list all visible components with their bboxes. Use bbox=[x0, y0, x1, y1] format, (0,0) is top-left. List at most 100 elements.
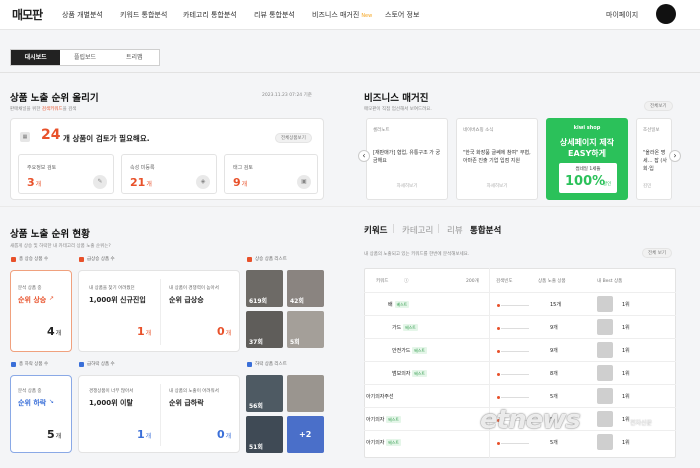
column-header: 키워드 bbox=[376, 279, 389, 284]
view-all-products-button[interactable]: 전체상품보기 bbox=[275, 133, 312, 143]
nav-item-magazine[interactable]: 비즈니스 매거진 New bbox=[312, 10, 372, 20]
best-product-image[interactable] bbox=[597, 296, 613, 312]
ranking-subtitle: 판매채널을 위한 검색키워드을 검색 bbox=[10, 106, 76, 112]
magazine-card[interactable]: 네이버쇼핑 소식 "한국 화장품 글쎄에 참여" 무협, 아마존 진출 기업 입… bbox=[456, 118, 538, 200]
magazine-card[interactable]: 셀러노트 [재판매가] 협업, 유통구조 가 궁금해요 자세히보기 bbox=[366, 118, 448, 200]
up-stat2: 순위 급상승 bbox=[169, 296, 204, 304]
nav-item-keyword[interactable]: 키워드 통합분석 bbox=[120, 10, 167, 20]
up-col-label: 총 상승 상품 수 bbox=[19, 257, 49, 262]
best-tag: 베스트 bbox=[412, 347, 427, 354]
best-product-image[interactable] bbox=[597, 434, 613, 450]
product-thumbnail[interactable]: 37회 bbox=[246, 311, 283, 348]
table-row[interactable]: 가드 베스트 9개 1위 bbox=[364, 315, 676, 338]
magazine-card-link[interactable]: 김민 bbox=[643, 183, 671, 189]
keyword-text: 범보의자 bbox=[392, 371, 411, 377]
product-thumbnail[interactable]: 5회 bbox=[287, 311, 324, 348]
magazine-card-link[interactable]: 자세히보기 bbox=[367, 183, 447, 189]
magazine-card-link[interactable]: 자세히보기 bbox=[457, 183, 537, 189]
best-tag: 베스트 bbox=[386, 416, 401, 423]
count-cell: 8개 bbox=[550, 371, 558, 377]
nav-item-store[interactable]: 스토어 정보 bbox=[385, 10, 419, 20]
frequency-bar bbox=[501, 328, 529, 329]
product-thumbnail[interactable]: 56회 bbox=[246, 375, 283, 412]
metric-card[interactable]: 태그 검토 9개 ▣ bbox=[224, 154, 318, 194]
logo[interactable]: 매모판 bbox=[12, 6, 43, 23]
column-header-sortable[interactable]: 상품 노출 상품 bbox=[538, 278, 566, 284]
view-tabs: 대시보드 플립보드 트리맵 bbox=[10, 49, 160, 66]
down-val2-number: 0 bbox=[217, 428, 225, 441]
down-box-title: 순위 하락 bbox=[18, 399, 47, 407]
mypage-link[interactable]: 마이페이지 bbox=[606, 10, 638, 20]
best-tag: 베스트 bbox=[386, 439, 401, 446]
ad-headline-2: EASY하게 bbox=[568, 149, 606, 158]
tag-icon: ◈ bbox=[196, 175, 210, 189]
count-cell: 5개 bbox=[550, 394, 558, 400]
keyword-view-all-button[interactable]: 전체 보기 bbox=[642, 248, 672, 258]
down-total-card[interactable]: 분석 상품 중 순위 하락 ↘ 5개 bbox=[10, 375, 72, 453]
rank-cell: 1위 bbox=[622, 417, 630, 423]
rank-cell: 1위 bbox=[622, 371, 630, 377]
product-thumbnail[interactable]: 42회 bbox=[287, 270, 324, 307]
up-total-card[interactable]: 분석 상품 중 순위 상승 ↗ 4개 bbox=[10, 270, 72, 352]
up-sub1: 내 상품을 찾기 어려웠던 bbox=[89, 286, 135, 291]
keyword-text: 배 bbox=[388, 302, 393, 308]
best-product-image[interactable] bbox=[597, 388, 613, 404]
tab-keyword[interactable]: 키워드 bbox=[364, 224, 387, 236]
rank-cell: 1위 bbox=[622, 302, 630, 308]
tab-integrated[interactable]: 통합분석 bbox=[470, 224, 501, 236]
table-row[interactable]: 아기의자주선 5개 1위 bbox=[364, 384, 676, 407]
down-sub2: 내 상품의 노출이 어려워서 bbox=[169, 389, 219, 394]
tab-category[interactable]: 카테고리 bbox=[402, 224, 433, 236]
magazine-view-all-button[interactable]: 전체보기 bbox=[644, 101, 673, 111]
magazine-card[interactable]: 조선일보 "올라온 명세… 잡 (사회·입 김민 bbox=[636, 118, 672, 200]
best-product-image[interactable] bbox=[597, 319, 613, 335]
tab-flipboard[interactable]: 플립보드 bbox=[60, 50, 109, 65]
magazine-ad-card[interactable]: kiwi shop 상세페이지 제작 EASY하게 썸네일 1세뜰 100% 할… bbox=[546, 118, 628, 200]
magazine-card-body: [재판매가] 협업, 유통구조 가 궁금해요 bbox=[373, 150, 441, 164]
product-thumbnail[interactable]: 619회 bbox=[246, 270, 283, 307]
nav-item-product[interactable]: 상품 개별분석 bbox=[62, 10, 103, 20]
metric-number: 3 bbox=[27, 176, 35, 189]
prev-arrow-icon[interactable]: ‹ bbox=[358, 150, 370, 162]
product-thumbnail[interactable]: 51회 bbox=[246, 416, 283, 453]
rank-cell: 1위 bbox=[622, 440, 630, 446]
table-row[interactable]: 안전가드 베스트 9개 1위 bbox=[364, 338, 676, 361]
best-product-image[interactable] bbox=[597, 342, 613, 358]
next-arrow-icon[interactable]: › bbox=[669, 150, 681, 162]
metric-label: 주요정보 검토 bbox=[27, 165, 57, 171]
keyword-cell: 안전가드 베스트 bbox=[392, 347, 427, 354]
column-header-sortable[interactable]: 검색빈도 bbox=[496, 278, 513, 284]
down-val1-number: 1 bbox=[137, 428, 145, 441]
metric-card[interactable]: 속성 미등록 21개 ◈ bbox=[121, 154, 217, 194]
product-thumbnail[interactable] bbox=[287, 375, 324, 412]
more-thumbnails[interactable]: +2 bbox=[287, 416, 324, 453]
nav-item-magazine-label: 비즈니스 매거진 bbox=[312, 11, 360, 19]
rank-cell: 1위 bbox=[622, 325, 630, 331]
up-sub2: 내 상품이 경쟁력이 높아서 bbox=[169, 286, 219, 291]
keyword-cell: 가드 베스트 bbox=[392, 324, 418, 331]
new-badge: New bbox=[361, 13, 373, 19]
up-col-label: 급상승 상품 수 bbox=[87, 257, 115, 262]
nav-item-category[interactable]: 카테고리 통합분석 bbox=[183, 10, 237, 20]
ad-percent: 100% bbox=[565, 174, 606, 189]
metric-card[interactable]: 주요정보 검토 3개 ✎ bbox=[18, 154, 114, 194]
tab-review[interactable]: 리뷰 bbox=[447, 224, 463, 236]
nav-item-review[interactable]: 리뷰 통합분석 bbox=[254, 10, 295, 20]
table-row[interactable]: 범보의자 베스트 8개 1위 bbox=[364, 361, 676, 384]
watermark: etnews bbox=[480, 405, 581, 435]
tab-treemap[interactable]: 트리맵 bbox=[110, 50, 159, 65]
keyword-cell: 아기의자 베스트 bbox=[366, 416, 401, 423]
review-headline: 개 상품이 검토가 필요해요. bbox=[63, 134, 150, 143]
column-header: 내 Best 상품 bbox=[597, 279, 623, 284]
best-product-image[interactable] bbox=[597, 411, 613, 427]
table-row[interactable]: 배 베스트 15개 1위 bbox=[364, 292, 676, 315]
top-nav: 매모판 상품 개별분석 키워드 통합분석 카테고리 통합분석 리뷰 통합분석 비… bbox=[0, 0, 700, 30]
avatar[interactable] bbox=[656, 4, 676, 24]
column-header: 200개 bbox=[466, 279, 479, 284]
grid-icon: ▦ bbox=[20, 132, 30, 142]
thumbnail-badge: 51회 bbox=[249, 444, 263, 451]
up-legend-marker bbox=[79, 257, 84, 262]
keyword-cell: 배 베스트 bbox=[388, 301, 410, 308]
best-product-image[interactable] bbox=[597, 365, 613, 381]
tab-dashboard[interactable]: 대시보드 bbox=[11, 50, 61, 65]
